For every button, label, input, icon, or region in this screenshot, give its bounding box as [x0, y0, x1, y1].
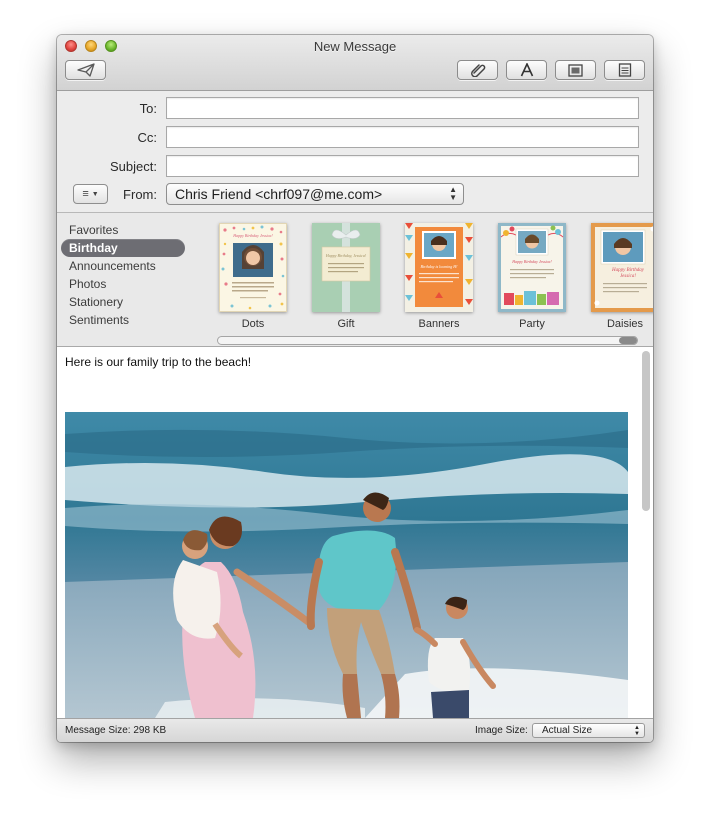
- category-favorites[interactable]: Favorites: [61, 221, 185, 239]
- stationery-button[interactable]: [604, 60, 645, 80]
- template-thumbnail: Happy Birthday Jessica!: [219, 223, 287, 312]
- to-field[interactable]: [166, 97, 639, 119]
- templates-horizontal-scrollbar[interactable]: [217, 336, 638, 345]
- category-photos[interactable]: Photos: [61, 275, 185, 293]
- template-daisies[interactable]: Happy Birthday Jessica! Daisies: [589, 223, 653, 330]
- letter-a-icon: [520, 63, 534, 77]
- template-name: Dots: [241, 318, 265, 330]
- select-arrows-icon: ▲ ▼: [634, 725, 640, 737]
- template-thumbnail: Happy Birthday Jessica!: [591, 223, 653, 312]
- thumb-party-title: Happy Birthday Jessica!: [512, 259, 552, 264]
- subject-label: Subject:: [110, 159, 157, 174]
- thumb-banners-title: Birthday is looming H!: [420, 264, 458, 269]
- template-banners[interactable]: Birthday is looming H! Banners: [403, 223, 475, 330]
- photo-icon: [568, 63, 583, 77]
- template-name: Daisies: [606, 318, 644, 330]
- cc-field[interactable]: [166, 126, 639, 148]
- from-label: From:: [123, 187, 157, 202]
- to-label: To:: [139, 101, 157, 116]
- scrollbar-thumb[interactable]: [619, 337, 637, 344]
- image-size-value: Actual Size: [542, 725, 593, 736]
- image-size-label: Image Size:: [475, 725, 528, 736]
- message-body[interactable]: Here is our family trip to the beach!: [57, 347, 653, 718]
- stationery-icon: [618, 63, 632, 77]
- window-title: New Message: [313, 39, 397, 54]
- template-thumbnail: Happy Birthday, Jessica!: [312, 223, 380, 312]
- template-gift[interactable]: Happy Birthday, Jessica! Gift: [310, 223, 382, 330]
- template-thumbnail: Birthday is looming H!: [405, 223, 473, 312]
- stationery-pane: Favorites Birthday Announcements Photos …: [57, 213, 653, 347]
- fonts-button[interactable]: [506, 60, 547, 80]
- category-stationery[interactable]: Stationery: [61, 293, 185, 311]
- status-bar: Message Size: 298 KB Image Size: Actual …: [57, 718, 653, 742]
- cc-label: Cc:: [137, 130, 158, 145]
- title-bar: New Message: [57, 35, 653, 91]
- thumb-gift-title: Happy Birthday, Jessica!: [325, 253, 367, 258]
- template-dots[interactable]: Happy Birthday Jessica! Dots: [217, 223, 289, 330]
- template-party[interactable]: Happy Birthday Jessica! Party: [496, 223, 568, 330]
- template-name: Banners: [418, 318, 460, 330]
- message-vertical-scrollbar[interactable]: [642, 351, 650, 511]
- paper-plane-icon: [76, 63, 95, 77]
- message-headers: To: Cc: Subject: ≡ ▼ From: Chris Friend …: [57, 91, 653, 213]
- from-account-value: Chris Friend <chrf097@me.com>: [175, 186, 383, 202]
- message-body-text[interactable]: Here is our family trip to the beach!: [65, 355, 251, 369]
- thumb-dots-title: Happy Birthday Jessica!: [233, 233, 273, 238]
- category-announcements[interactable]: Announcements: [61, 257, 185, 275]
- compose-window: New Message To: Cc: Subject: ≡ ▼ From: C…: [57, 35, 653, 742]
- category-birthday[interactable]: Birthday: [61, 239, 185, 257]
- template-name: Party: [519, 318, 545, 330]
- template-name: Gift: [337, 318, 355, 330]
- attached-photo[interactable]: [65, 412, 628, 718]
- from-account-select[interactable]: Chris Friend <chrf097@me.com> ▲ ▼: [166, 183, 464, 205]
- send-button[interactable]: [65, 60, 106, 80]
- thumb-daisies-title: Happy Birthday Jessica!: [611, 268, 645, 279]
- attach-button[interactable]: [457, 60, 498, 80]
- photo-browser-button[interactable]: [555, 60, 596, 80]
- message-size-label: Message Size: 298 KB: [65, 725, 167, 736]
- paperclip-icon: [470, 63, 486, 77]
- category-sentiments[interactable]: Sentiments: [61, 311, 185, 329]
- select-arrows-icon: ▲ ▼: [449, 185, 457, 202]
- image-size-select[interactable]: Actual Size ▲ ▼: [532, 723, 645, 738]
- template-thumbnail: Happy Birthday Jessica!: [498, 223, 566, 312]
- subject-field[interactable]: [166, 155, 639, 177]
